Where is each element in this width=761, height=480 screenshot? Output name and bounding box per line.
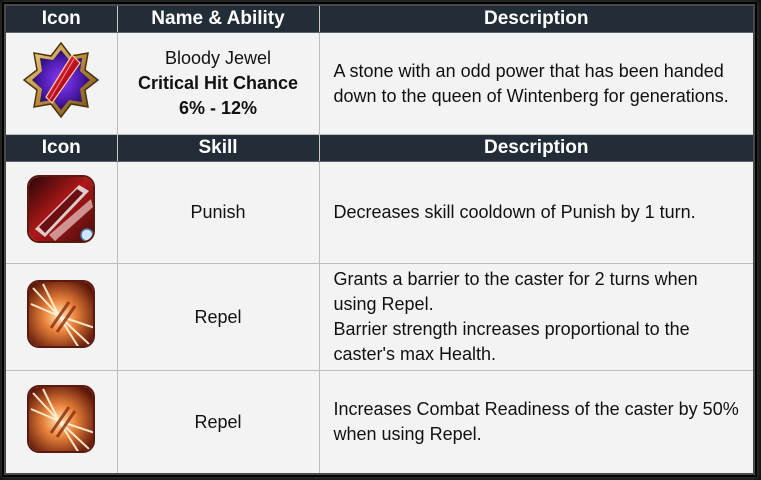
header-icon: Icon (6, 6, 118, 34)
skill-name: Repel (117, 263, 320, 372)
skill-description: Decreases skill cooldown of Punish by 1 … (319, 161, 753, 265)
skill-description-line: Increases Combat Readiness of the caster… (333, 399, 739, 445)
artifact-name: Bloody Jewel (164, 48, 272, 69)
skill-description: Increases Combat Readiness of the caster… (319, 370, 753, 473)
skill-row: Punish Decreases skill cooldown of Punis… (6, 161, 753, 265)
skill-description-line: Grants a barrier to the caster for 2 tur… (333, 269, 698, 315)
skill-icon-cell (6, 370, 118, 473)
artifact-description: A stone with an odd power that has been … (319, 32, 753, 136)
artifact-ability: Critical Hit Chance (137, 73, 299, 94)
artifact-header-row: Icon Name & Ability Description (6, 6, 753, 34)
repel-skill-icon (27, 279, 96, 348)
skill-icon-cell (6, 161, 118, 265)
punish-skill-icon (27, 174, 96, 243)
header-skill-description: Description (319, 134, 753, 162)
skill-description: Grants a barrier to the caster for 2 tur… (319, 263, 753, 372)
artifact-info-panel: Icon Name & Ability Description Bloody J… (4, 4, 755, 475)
header-skill: Skill (117, 134, 320, 162)
skill-row: Repel Grants a barrier to the caster for… (6, 263, 753, 372)
artifact-row: Bloody Jewel Critical Hit Chance 6% - 12… (6, 32, 753, 136)
header-name-ability: Name & Ability (117, 6, 320, 34)
artifact-ability-range: 6% - 12% (178, 98, 258, 119)
artifact-icon-cell (6, 32, 118, 136)
artifact-name-cell: Bloody Jewel Critical Hit Chance 6% - 12… (117, 32, 320, 136)
skill-header-row: Icon Skill Description (6, 134, 753, 162)
header-skill-icon: Icon (6, 134, 118, 162)
skill-description-line: Decreases skill cooldown of Punish by 1 … (333, 201, 696, 222)
header-description: Description (319, 6, 753, 34)
skill-row: Repel Increases Combat Readiness of the … (6, 370, 753, 473)
skill-name: Punish (117, 161, 320, 265)
skill-icon-cell (6, 263, 118, 372)
skill-description-line: Barrier strength increases proportional … (333, 319, 690, 365)
artifact-table: Icon Name & Ability Description Bloody J… (6, 6, 753, 473)
repel-skill-icon (27, 384, 96, 453)
bloody-jewel-icon (22, 41, 100, 119)
skill-name: Repel (117, 370, 320, 473)
